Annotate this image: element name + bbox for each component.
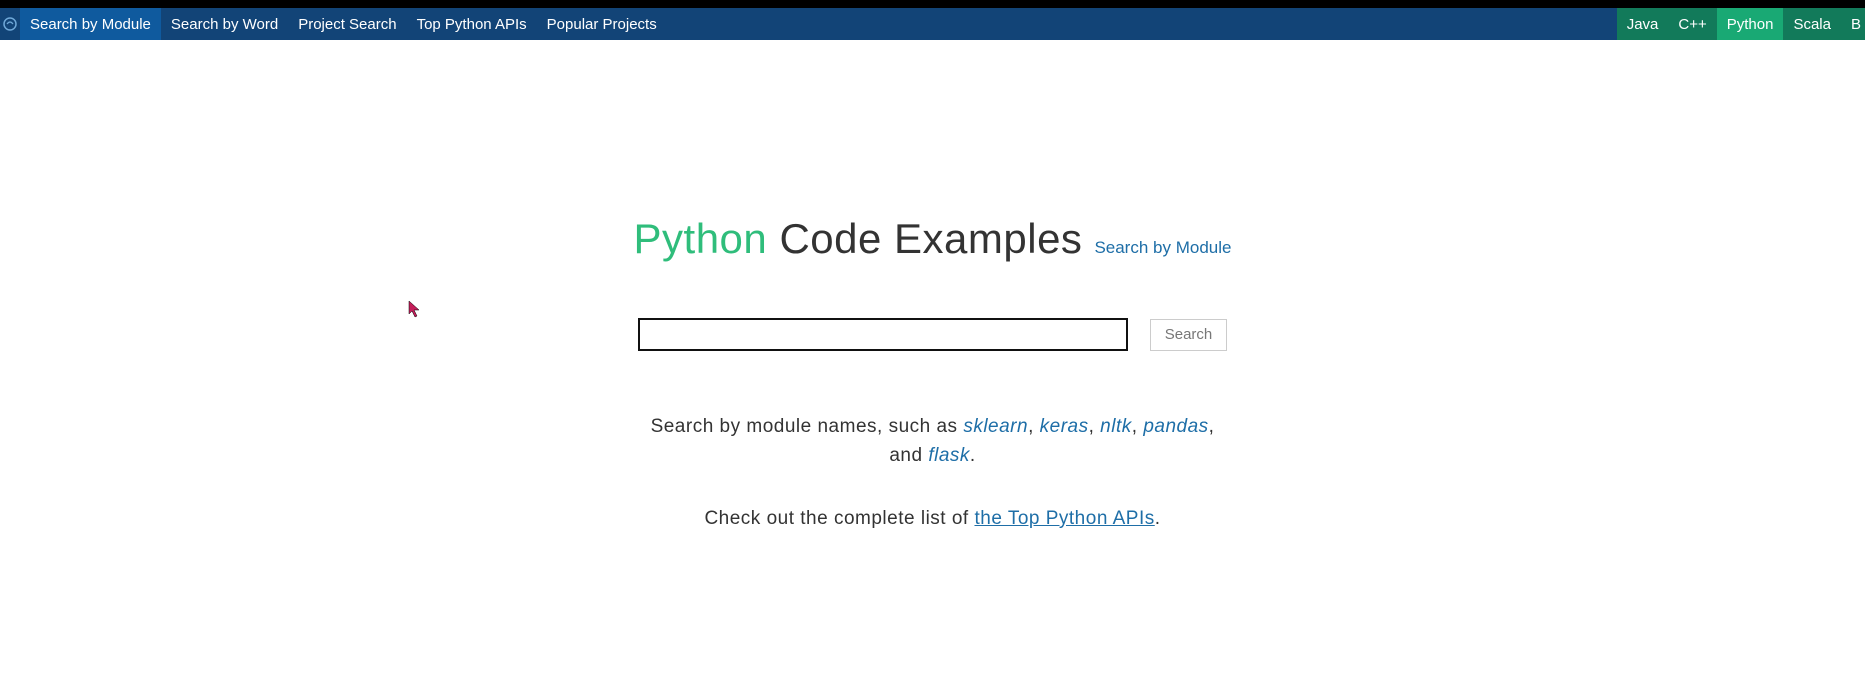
- nav-left-group: Search by ModuleSearch by WordProject Se…: [0, 8, 667, 40]
- top-python-apis-link[interactable]: the Top Python APIs: [974, 508, 1154, 529]
- lang-item-cplusplus[interactable]: C++: [1668, 8, 1716, 40]
- module-link-keras[interactable]: keras: [1040, 416, 1089, 437]
- nav-item-search-by-word[interactable]: Search by Word: [161, 8, 288, 40]
- main-content: Python Code Examples Search by Module Se…: [0, 40, 1865, 530]
- title-accent: Python: [634, 215, 768, 262]
- apis-prefix: Check out the complete list of: [704, 508, 974, 529]
- search-button[interactable]: Search: [1150, 319, 1228, 351]
- nav-right-group: JavaC++PythonScalaB: [1617, 8, 1865, 40]
- lang-item-b[interactable]: B: [1841, 8, 1865, 40]
- lang-item-scala[interactable]: Scala: [1783, 8, 1841, 40]
- page-title: Python Code Examples: [634, 215, 1083, 263]
- nav-item-project-search[interactable]: Project Search: [288, 8, 406, 40]
- top-black-bar: [0, 0, 1865, 8]
- main-navbar: Search by ModuleSearch by WordProject Se…: [0, 8, 1865, 40]
- search-by-module-link[interactable]: Search by Module: [1094, 238, 1231, 258]
- page-title-row: Python Code Examples Search by Module: [634, 215, 1232, 263]
- nav-item-search-by-module[interactable]: Search by Module: [20, 8, 161, 40]
- hint-prefix: Search by module names, such as: [651, 416, 964, 437]
- title-rest: Code Examples: [767, 215, 1082, 262]
- site-logo-icon[interactable]: [0, 8, 20, 40]
- module-search-input[interactable]: [638, 318, 1128, 351]
- module-link-flask[interactable]: flask: [928, 445, 970, 466]
- nav-item-popular-projects[interactable]: Popular Projects: [537, 8, 667, 40]
- search-row: Search: [638, 318, 1228, 351]
- nav-item-top-python-apis[interactable]: Top Python APIs: [407, 8, 537, 40]
- module-link-pandas[interactable]: pandas: [1143, 416, 1208, 437]
- lang-item-java[interactable]: Java: [1617, 8, 1669, 40]
- search-hint: Search by module names, such as sklearn,…: [633, 413, 1233, 470]
- module-link-nltk[interactable]: nltk: [1100, 416, 1132, 437]
- lang-item-python[interactable]: Python: [1717, 8, 1784, 40]
- module-link-sklearn[interactable]: sklearn: [963, 416, 1028, 437]
- top-apis-line: Check out the complete list of the Top P…: [704, 508, 1160, 530]
